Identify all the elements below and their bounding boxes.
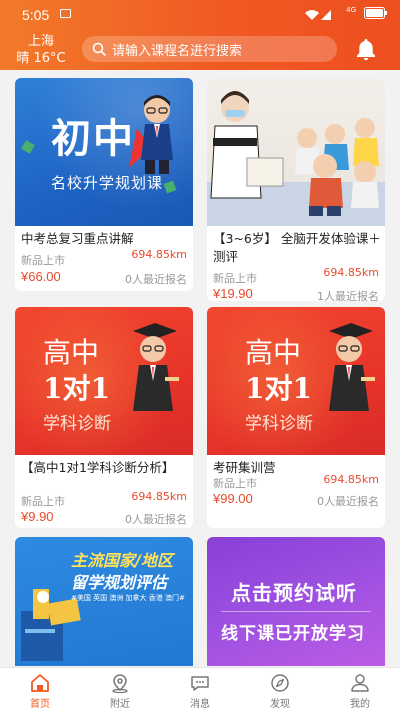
search-bar[interactable]: 请输入课程名进行搜索 [82, 36, 337, 62]
course-title: 【3~6岁】 全脑开发体验课＋测评 [213, 231, 381, 264]
location-icon [112, 674, 128, 693]
cover-line-3: 学科诊断 [245, 414, 313, 434]
app-header: 5:05 4G 上海 晴 16°C 请输入课程名进行搜索 [0, 0, 400, 70]
tab-messages[interactable]: 消息 [160, 668, 240, 711]
course-price: ¥66.00 [21, 269, 61, 284]
wifi-signal-icon [305, 10, 331, 20]
course-price: ¥19.90 [213, 286, 253, 301]
weather-text: 晴 16°C [16, 51, 66, 66]
course-cover-trial: 点击预约试听 线下课已开放学习 [207, 537, 385, 666]
tab-home[interactable]: 首页 [0, 668, 80, 711]
course-price: ¥9.90 [21, 509, 54, 524]
course-enrolled: 1人最近报名 [317, 290, 379, 301]
course-price: ¥99.00 [213, 491, 253, 506]
status-time: 5:05 [22, 7, 50, 23]
message-icon [191, 676, 209, 691]
bottom-tab-bar: 首页 附近 消息 发现 我的 [0, 667, 400, 711]
battery-icon [364, 7, 387, 19]
classroom-photo-illustration [210, 91, 379, 216]
course-card[interactable]: 点击预约试听 线下课已开放学习 [207, 537, 385, 666]
status-bar: 5:05 4G [0, 0, 400, 28]
location-weather[interactable]: 上海 晴 16°C [16, 33, 66, 67]
course-card[interactable]: 【3~6岁】 全脑开发体验课＋测评 新品上市 694.85km ¥19.90 1… [207, 78, 385, 301]
tab-label: 我的 [350, 699, 370, 710]
tab-label: 发现 [270, 699, 290, 710]
cover-line-3: 学科诊断 [43, 414, 111, 434]
user-icon [351, 674, 369, 692]
course-enrolled: 0人最近报名 [125, 273, 187, 286]
cover-line-2: 1对1 [43, 372, 110, 405]
tab-label: 消息 [190, 699, 210, 710]
course-grid: 初中 名校升学规划课 中考总复习重点讲解 新品上市 694.85km ¥66.0… [0, 70, 400, 666]
course-cover-senior: 高中 1对1 学科诊断 [15, 307, 193, 455]
graduate-teacher-illustration [133, 323, 179, 411]
cover-title: 主流国家/地区 [71, 551, 173, 570]
course-cover-senior: 高中 1对1 学科诊断 [207, 307, 385, 455]
tab-profile[interactable]: 我的 [320, 668, 400, 711]
course-card[interactable]: 主流国家/地区 留学规划评估 #美国 英国 澳洲 加拿大 香港 澳门# [15, 537, 193, 666]
cover-title: 点击预约试听 [231, 581, 357, 605]
course-enrolled: 0人最近报名 [317, 495, 379, 508]
course-distance: 694.85km [323, 473, 379, 486]
image-notification-icon [60, 9, 71, 18]
course-cover-study-abroad: 主流国家/地区 留学规划评估 #美国 英国 澳洲 加拿大 香港 澳门# [15, 537, 193, 666]
search-placeholder: 请输入课程名进行搜索 [112, 43, 243, 59]
graduate-teacher-illustration [329, 323, 375, 411]
bell-icon[interactable] [354, 37, 378, 61]
cover-line-1: 高中 [245, 336, 302, 369]
course-distance: 694.85km [131, 248, 187, 261]
course-distance: 694.85km [131, 490, 187, 503]
course-distance: 694.85km [323, 266, 379, 279]
home-icon [31, 674, 49, 692]
cover-line-2: 1对1 [245, 372, 312, 405]
tab-nearby[interactable]: 附近 [80, 668, 160, 711]
tab-label: 首页 [30, 699, 50, 710]
cover-subtitle: 线下课已开放学习 [221, 624, 365, 644]
course-title: 中考总复习重点讲解 [21, 231, 134, 246]
cover-subtitle: 留学规划评估 [71, 573, 168, 592]
compass-icon [271, 674, 289, 692]
course-cover-photo [207, 78, 385, 226]
cover-small-text: #美国 英国 澳洲 加拿大 香港 澳门# [71, 594, 185, 602]
tab-discover[interactable]: 发现 [240, 668, 320, 711]
course-card[interactable]: 高中 1对1 学科诊断 考研集训营 新品上市 694.85km ¥99.00 0… [207, 307, 385, 528]
search-icon [92, 42, 106, 56]
course-card[interactable]: 高中 1对1 学科诊断 【高中1对1学科诊断分析】 新品上市 694.85km … [15, 307, 193, 528]
course-cover-junior: 初中 名校升学规划课 [15, 78, 193, 226]
course-title: 【高中1对1学科诊断分析】 [21, 460, 175, 475]
cover-line-1: 高中 [43, 336, 100, 369]
network-type: 4G [346, 6, 356, 14]
city-name: 上海 [27, 34, 54, 49]
teacher-illustration [129, 95, 173, 174]
tab-label: 附近 [110, 699, 130, 710]
course-card[interactable]: 初中 名校升学规划课 中考总复习重点讲解 新品上市 694.85km ¥66.0… [15, 78, 193, 291]
cover-title: 初中 [51, 115, 135, 162]
cover-subtitle: 名校升学规划课 [51, 174, 164, 192]
course-enrolled: 0人最近报名 [125, 513, 187, 526]
